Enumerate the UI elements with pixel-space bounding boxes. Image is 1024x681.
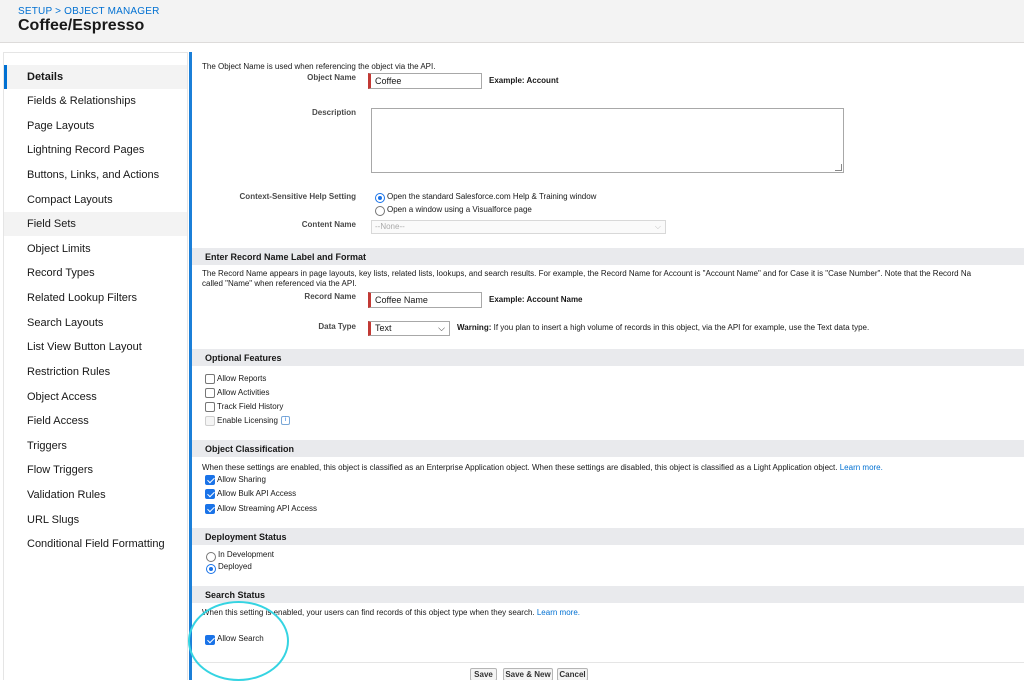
deployed-label: Deployed: [218, 562, 252, 571]
allow-sharing-checkbox[interactable]: [205, 475, 215, 485]
sidebar-item-url-slugs[interactable]: URL Slugs: [4, 508, 187, 532]
help-visualforce-label: Open a window using a Visualforce page: [387, 205, 532, 214]
record-name-desc-1: The Record Name appears in page layouts,…: [202, 269, 972, 278]
resize-handle-icon[interactable]: [835, 164, 842, 171]
sidebar-item-field-access[interactable]: Field Access: [4, 409, 187, 433]
allow-streaming-api-checkbox[interactable]: [205, 504, 215, 514]
object-name-label: Object Name: [307, 73, 356, 82]
help-standard-label: Open the standard Salesforce.com Help & …: [387, 192, 597, 201]
sidebar-item-fields-relationships[interactable]: Fields & Relationships: [4, 89, 187, 113]
enable-licensing-text: Enable Licensing: [217, 416, 278, 425]
sidebar-item-buttons-links-actions[interactable]: Buttons, Links, and Actions: [4, 163, 187, 187]
allow-bulk-api-label: Allow Bulk API Access: [217, 489, 297, 498]
sidebar-item-compact-layouts[interactable]: Compact Layouts: [4, 188, 187, 212]
description-label: Description: [311, 108, 356, 117]
page-header: SETUP > OBJECT MANAGER Coffee/Espresso: [0, 0, 1024, 43]
help-setting-label: Context-Sensitive Help Setting: [239, 192, 356, 201]
info-icon[interactable]: i: [281, 416, 291, 426]
description-textarea[interactable]: [371, 108, 844, 173]
sidebar-item-lightning-record-pages[interactable]: Lightning Record Pages: [4, 138, 187, 162]
search-desc: When this setting is enabled, your users…: [202, 608, 580, 617]
warning-text: If you plan to insert a high volume of r…: [491, 323, 870, 332]
sidebar-item-validation-rules[interactable]: Validation Rules: [4, 483, 187, 507]
sidebar-item-flow-triggers[interactable]: Flow Triggers: [4, 458, 187, 482]
chevron-down-icon: ⌵: [654, 222, 661, 231]
footer-divider: [192, 662, 1024, 663]
help-visualforce-radio[interactable]: [375, 206, 385, 216]
content-name-select: --None-- ⌵: [371, 220, 666, 234]
track-field-history-label: Track Field History: [217, 402, 284, 411]
details-intro: The Object Name is used when referencing…: [202, 62, 436, 71]
allow-reports-label: Allow Reports: [217, 374, 267, 383]
sidebar-item-conditional-field-formatting[interactable]: Conditional Field Formatting: [4, 532, 187, 556]
data-type-label: Data Type: [318, 322, 356, 331]
optional-features-section-header: Optional Features: [192, 349, 1024, 366]
sidebar-item-object-access[interactable]: Object Access: [4, 385, 187, 409]
record-name-label: Record Name: [304, 292, 356, 301]
sidebar-item-details[interactable]: Details: [4, 65, 187, 89]
object-name-input[interactable]: Coffee: [368, 73, 482, 89]
enable-licensing-label: Enable Licensing i: [217, 416, 291, 426]
breadcrumb[interactable]: SETUP > OBJECT MANAGER: [18, 6, 160, 17]
deployment-status-section-header: Deployment Status: [192, 528, 1024, 545]
allow-streaming-api-label: Allow Streaming API Access: [217, 504, 318, 513]
data-type-select[interactable]: Text ⌵: [368, 321, 450, 336]
data-type-warning: Warning: If you plan to insert a high vo…: [457, 323, 869, 332]
search-learn-more-link[interactable]: Learn more.: [537, 608, 580, 617]
sidebar-item-triggers[interactable]: Triggers: [4, 434, 187, 458]
save-and-new-button[interactable]: Save & New: [503, 668, 553, 680]
enable-licensing-checkbox: [205, 416, 215, 426]
record-name-section-title: Enter Record Name Label and Format: [205, 252, 367, 262]
search-status-section-header: Search Status: [192, 586, 1024, 603]
search-status-title: Search Status: [205, 590, 266, 600]
deployed-radio[interactable]: [206, 564, 216, 574]
in-development-radio[interactable]: [206, 552, 216, 562]
object-classification-title: Object Classification: [205, 444, 295, 454]
sidebar-item-object-limits[interactable]: Object Limits: [4, 237, 187, 261]
sidebar-item-related-lookup-filters[interactable]: Related Lookup Filters: [4, 286, 187, 310]
sidebar-item-record-types[interactable]: Record Types: [4, 261, 187, 285]
sidebar-item-restriction-rules[interactable]: Restriction Rules: [4, 360, 187, 384]
record-name-input[interactable]: Coffee Name: [368, 292, 482, 308]
record-name-desc-2: called "Name" when referenced via the AP…: [202, 279, 357, 288]
page-title: Coffee/Espresso: [18, 17, 145, 34]
cancel-button[interactable]: Cancel: [557, 668, 588, 680]
classification-desc: When these settings are enabled, this ob…: [202, 463, 883, 472]
save-button[interactable]: Save: [470, 668, 497, 680]
classification-desc-text: When these settings are enabled, this ob…: [202, 463, 838, 472]
sidebar-item-list-view-button-layout[interactable]: List View Button Layout: [4, 335, 187, 359]
data-type-value: Text: [375, 323, 392, 333]
object-classification-section-header: Object Classification: [192, 440, 1024, 457]
help-standard-radio[interactable]: [375, 193, 385, 203]
main-panel: The Object Name is used when referencing…: [192, 52, 1024, 680]
warning-label: Warning:: [457, 323, 492, 332]
sidebar-item-page-layouts[interactable]: Page Layouts: [4, 114, 187, 138]
object-name-example: Example: Account: [489, 76, 559, 85]
chevron-down-icon: ⌵: [438, 323, 445, 333]
allow-activities-checkbox[interactable]: [205, 388, 215, 398]
content-name-value: --None--: [375, 222, 405, 231]
allow-sharing-label: Allow Sharing: [217, 475, 266, 484]
allow-search-label: Allow Search: [217, 634, 264, 643]
optional-features-title: Optional Features: [205, 353, 282, 363]
deployment-status-title: Deployment Status: [205, 532, 287, 542]
content-name-label: Content Name: [301, 220, 356, 229]
record-name-example: Example: Account Name: [489, 295, 583, 304]
allow-bulk-api-checkbox[interactable]: [205, 489, 215, 499]
track-field-history-checkbox[interactable]: [205, 402, 215, 412]
sidebar: Details Fields & Relationships Page Layo…: [3, 52, 188, 680]
record-name-section-header: Enter Record Name Label and Format: [192, 248, 1024, 265]
classification-learn-more-link[interactable]: Learn more.: [840, 463, 883, 472]
allow-activities-label: Allow Activities: [217, 388, 270, 397]
allow-reports-checkbox[interactable]: [205, 374, 215, 384]
search-desc-text: When this setting is enabled, your users…: [202, 608, 535, 617]
in-development-label: In Development: [218, 550, 275, 559]
sidebar-item-search-layouts[interactable]: Search Layouts: [4, 311, 187, 335]
sidebar-item-field-sets[interactable]: Field Sets: [4, 212, 187, 236]
allow-search-checkbox[interactable]: [205, 635, 215, 645]
